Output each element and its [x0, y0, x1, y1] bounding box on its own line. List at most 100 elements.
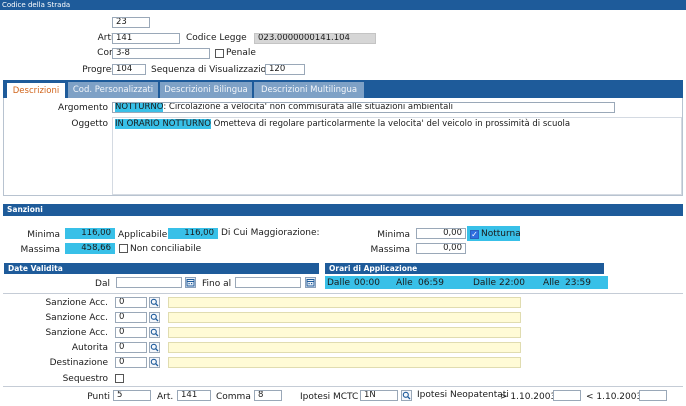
- tab-cod-personalizzati[interactable]: Cod. Personalizzati: [68, 82, 158, 98]
- oggetto-highlight: IN ORARIO NOTTURNO: [115, 119, 211, 129]
- search-icon: [402, 391, 411, 400]
- destinazione-code[interactable]: 0: [115, 357, 147, 368]
- dalle1-label: Dalle: [327, 278, 350, 288]
- orari-header: Orari di Applicazione: [325, 263, 604, 274]
- alle2-label: Alle: [543, 278, 560, 288]
- separator: [3, 386, 683, 387]
- massima-label: Massima: [20, 245, 60, 255]
- alle1-label: Alle: [396, 278, 413, 288]
- fino-al-field[interactable]: [235, 277, 301, 288]
- codice-legge-label: Codice Legge: [186, 33, 247, 43]
- sanzione-acc-desc-3: [168, 327, 521, 338]
- punti-label: Punti: [87, 392, 110, 402]
- autorita-code[interactable]: 0: [115, 342, 147, 353]
- lt-date-field[interactable]: [639, 390, 667, 401]
- search-icon: [150, 358, 159, 367]
- sanzione-acc-search-button-3[interactable]: [149, 327, 160, 338]
- notturna-label: Notturna: [481, 229, 521, 239]
- sequenza-field[interactable]: 120: [265, 64, 305, 75]
- dal-calendar-button[interactable]: [185, 277, 196, 288]
- argomento-label: Argomento: [58, 103, 108, 113]
- date-validita-header: Date Validita: [4, 263, 319, 274]
- sanzione-acc-label-2: Sanzione Acc.: [45, 313, 108, 323]
- gt-date-label: > 1.10.2003: [500, 392, 557, 402]
- lt-date-label: < 1.10.2003: [586, 392, 643, 402]
- search-icon: [150, 343, 159, 352]
- fino-al-label: Fino al: [202, 279, 232, 289]
- progressivo-field[interactable]: 104: [112, 64, 146, 75]
- dalle2-label: Dalle: [473, 278, 496, 288]
- footer-comma-label: Comma: [216, 392, 251, 402]
- alle1-value[interactable]: 06:59: [418, 278, 444, 288]
- magg-minima-field[interactable]: 0,00: [416, 228, 466, 239]
- fino-al-calendar-button[interactable]: [305, 277, 316, 288]
- oggetto-text: Ometteva di regolare particolarmente la …: [210, 119, 571, 129]
- ipotesi-mctc-search-button[interactable]: [401, 390, 412, 401]
- separator: [3, 293, 683, 294]
- oggetto-textarea[interactable]: IN ORARIO NOTTURNO Ometteva di regolare …: [112, 117, 682, 195]
- search-icon: [150, 313, 159, 322]
- destinazione-desc: [168, 357, 521, 368]
- sequestro-label: Sequestro: [62, 374, 108, 384]
- autorita-desc: [168, 342, 521, 353]
- alle2-value[interactable]: 23:59: [565, 278, 591, 288]
- sanzione-acc-desc-2: [168, 312, 521, 323]
- tab-descrizioni-multilingua[interactable]: Descrizioni Multilingua: [254, 82, 364, 98]
- notturna-checkbox[interactable]: ✓: [470, 230, 479, 239]
- dalle1-value[interactable]: 00:00: [354, 278, 380, 288]
- articolo-field[interactable]: 141: [112, 33, 180, 44]
- applicabile-label: Applicabile: [118, 230, 168, 240]
- sequestro-checkbox[interactable]: [115, 374, 124, 383]
- oggetto-label: Oggetto: [71, 119, 108, 129]
- autorita-label: Autorita: [71, 343, 108, 353]
- calendar-icon: [186, 279, 195, 287]
- ipotesi-neopatentati-label: Ipotesi Neopatentati: [417, 390, 509, 400]
- magg-minima-label: Minima: [377, 230, 410, 240]
- sanzione-acc-label-1: Sanzione Acc.: [45, 298, 108, 308]
- di-cui-label: Di Cui Maggiorazione:: [221, 228, 320, 238]
- dal-field[interactable]: [116, 277, 182, 288]
- autorita-search-button[interactable]: [149, 342, 160, 353]
- calendar-icon: [306, 279, 315, 287]
- tab-descrizioni-bilingua[interactable]: Descrizioni Bilingua: [160, 82, 252, 98]
- search-icon: [150, 328, 159, 337]
- sanzione-acc-search-button-1[interactable]: [149, 297, 160, 308]
- punti-field[interactable]: 5: [113, 390, 151, 401]
- sequenza-label: Sequenza di Visualizzazione: [151, 65, 278, 75]
- tab-descrizioni[interactable]: Descrizioni: [6, 82, 66, 98]
- applicabile-field[interactable]: 116,00: [168, 228, 218, 239]
- magg-massima-label: Massima: [370, 245, 410, 255]
- argomento-text: : Circolazione a velocita' non commisura…: [163, 102, 454, 112]
- magg-massima-field[interactable]: 0,00: [416, 243, 466, 254]
- sanzione-acc-code-3[interactable]: 0: [115, 327, 147, 338]
- dalle2-value[interactable]: 22:00: [499, 278, 525, 288]
- non-conciliabile-label: Non conciliabile: [130, 244, 202, 254]
- ipotesi-mctc-label: Ipotesi MCTC: [300, 392, 359, 402]
- window-title: Codice della Strada: [0, 0, 686, 10]
- non-conciliabile-checkbox[interactable]: [119, 244, 128, 253]
- argomento-highlight: NOTTURNO: [115, 102, 164, 112]
- search-icon: [150, 298, 159, 307]
- gt-date-field[interactable]: [553, 390, 581, 401]
- penale-label: Penale: [226, 48, 256, 58]
- ipotesi-mctc-field[interactable]: 1N: [360, 390, 398, 401]
- massima-field[interactable]: 458,66: [65, 243, 115, 254]
- sanzione-acc-label-3: Sanzione Acc.: [45, 328, 108, 338]
- argomento-field[interactable]: NOTTURNO: Circolazione a velocita' non c…: [112, 102, 615, 113]
- footer-comma-field[interactable]: 8: [254, 390, 282, 401]
- destinazione-search-button[interactable]: [149, 357, 160, 368]
- minima-label: Minima: [27, 230, 60, 240]
- comma-field[interactable]: 3-8: [112, 48, 210, 59]
- sanzione-acc-code-2[interactable]: 0: [115, 312, 147, 323]
- destinazione-label: Destinazione: [49, 358, 108, 368]
- sanzione-acc-search-button-2[interactable]: [149, 312, 160, 323]
- tipo-field[interactable]: 23: [112, 17, 150, 28]
- minima-field[interactable]: 116,00: [65, 228, 115, 239]
- dal-label: Dal: [95, 279, 110, 289]
- sanzione-acc-code-1[interactable]: 0: [115, 297, 147, 308]
- codice-legge-field: 023.0000000141.104: [254, 33, 376, 44]
- penale-checkbox[interactable]: [215, 49, 224, 58]
- art-field[interactable]: 141: [177, 390, 211, 401]
- art-label: Art.: [157, 392, 174, 402]
- sanzioni-header: Sanzioni: [3, 204, 683, 216]
